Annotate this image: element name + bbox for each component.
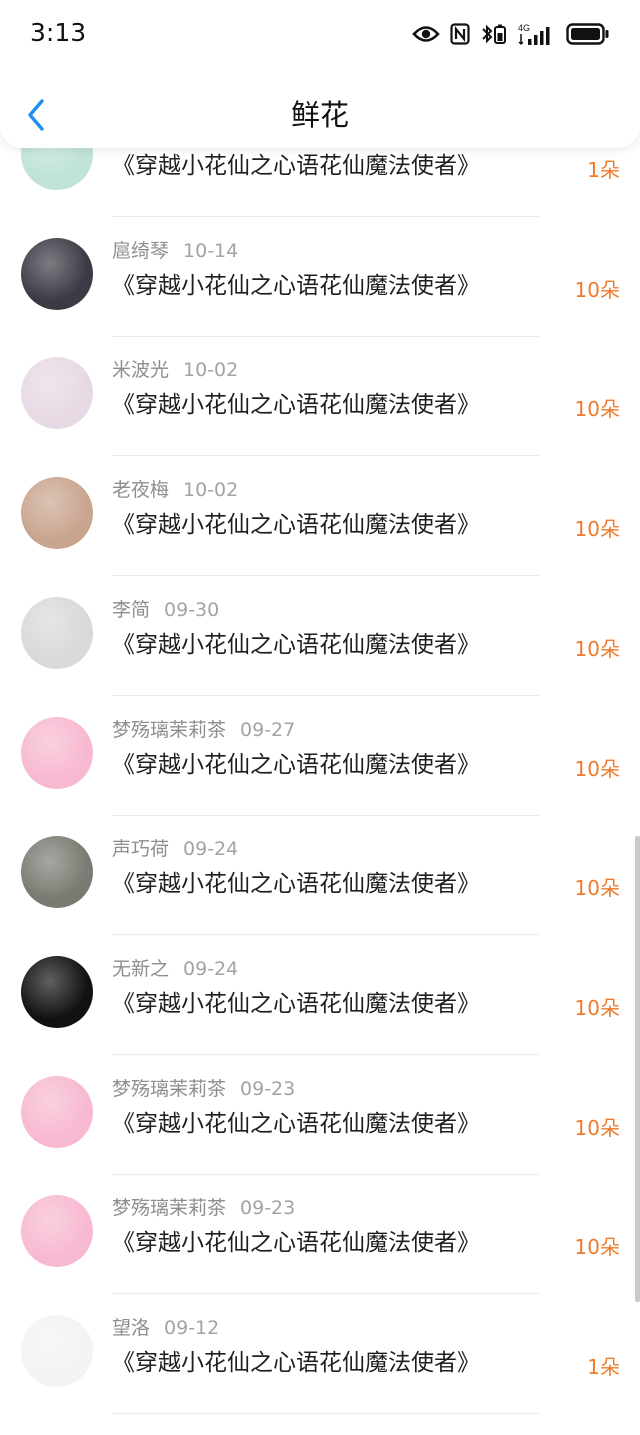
gift-record-row[interactable]: 望洛 09-12 《穿越小花仙之心语花仙魔法使者》 1朵	[0, 1315, 640, 1435]
gift-meta: 梦殇璃茉莉茶 09-27	[112, 715, 295, 742]
status-icons: 4G	[412, 20, 610, 48]
user-avatar[interactable]	[21, 477, 93, 549]
user-name[interactable]: 米波光	[112, 359, 169, 381]
gift-record-row[interactable]: 扈绮琴 10-14 《穿越小花仙之心语花仙魔法使者》 10朵	[0, 238, 640, 358]
user-avatar[interactable]	[21, 956, 93, 1028]
gift-date: 10-14	[183, 240, 239, 262]
user-avatar[interactable]	[21, 1315, 93, 1387]
book-title[interactable]: 《穿越小花仙之心语花仙魔法使者》	[112, 146, 480, 180]
flower-count: 1朵	[587, 158, 620, 182]
gift-record-row[interactable]: 米波光 10-02 《穿越小花仙之心语花仙魔法使者》 10朵	[0, 357, 640, 477]
user-avatar[interactable]	[21, 1195, 93, 1267]
eye-icon	[412, 26, 440, 42]
row-divider	[112, 695, 540, 696]
flower-count: 10朵	[574, 757, 620, 781]
scrollbar[interactable]	[635, 836, 640, 1302]
row-divider	[112, 336, 540, 337]
gift-date: 09-23	[240, 1078, 296, 1100]
flower-count: 1朵	[587, 1355, 620, 1379]
user-avatar[interactable]	[21, 1076, 93, 1148]
book-title[interactable]: 《穿越小花仙之心语花仙魔法使者》	[112, 745, 480, 779]
gift-date: 09-30	[164, 599, 220, 621]
gift-record-row[interactable]: 老夜梅 10-02 《穿越小花仙之心语花仙魔法使者》 10朵	[0, 477, 640, 597]
gift-date: 09-23	[240, 1197, 296, 1219]
user-name[interactable]: 梦殇璃茉莉茶	[112, 719, 226, 741]
row-divider	[112, 455, 540, 456]
gift-date: 10-02	[183, 479, 239, 501]
user-name[interactable]: 无新之	[112, 958, 169, 980]
user-name[interactable]: 望洛	[112, 1317, 150, 1339]
book-title[interactable]: 《穿越小花仙之心语花仙魔法使者》	[112, 385, 480, 419]
flower-count: 10朵	[574, 397, 620, 421]
flower-count: 10朵	[574, 1235, 620, 1259]
nfc-icon	[450, 23, 470, 45]
flower-count: 10朵	[574, 517, 620, 541]
gift-record-row[interactable]: 无新之 09-24 《穿越小花仙之心语花仙魔法使者》 10朵	[0, 956, 640, 1076]
gift-record-row[interactable]: 声巧荷 09-24 《穿越小花仙之心语花仙魔法使者》 10朵	[0, 836, 640, 956]
user-name[interactable]: 扈绮琴	[112, 240, 169, 262]
gift-meta: 扈绮琴 10-14	[112, 236, 238, 263]
user-name[interactable]: 梦殇璃茉莉茶	[112, 1078, 226, 1100]
gift-meta: 声巧荷 09-24	[112, 834, 238, 861]
row-divider	[112, 1174, 540, 1175]
book-title[interactable]: 《穿越小花仙之心语花仙魔法使者》	[112, 266, 480, 300]
svg-text:4G: 4G	[518, 23, 530, 33]
gift-record-row[interactable]: 梦殇璃茉莉茶 09-23 《穿越小花仙之心语花仙魔法使者》 10朵	[0, 1076, 640, 1196]
flower-count: 10朵	[574, 876, 620, 900]
book-title[interactable]: 《穿越小花仙之心语花仙魔法使者》	[112, 1104, 480, 1138]
gift-record-row[interactable]: 李简 09-30 《穿越小花仙之心语花仙魔法使者》 10朵	[0, 597, 640, 717]
row-divider	[112, 815, 540, 816]
status-time: 3:13	[30, 18, 87, 47]
top-bar: 3:13 4G 鲜花	[0, 0, 640, 148]
flower-count: 10朵	[574, 637, 620, 661]
row-divider	[112, 1054, 540, 1055]
gift-date: 09-12	[164, 1317, 220, 1339]
user-name[interactable]: 声巧荷	[112, 838, 169, 860]
gift-meta: 李简 09-30	[112, 595, 219, 622]
bluetooth-battery-icon	[482, 24, 506, 44]
row-divider	[112, 934, 540, 935]
gift-date: 09-27	[240, 719, 296, 741]
gift-meta: 梦殇璃茉莉茶 09-23	[112, 1074, 295, 1101]
book-title[interactable]: 《穿越小花仙之心语花仙魔法使者》	[112, 625, 480, 659]
book-title[interactable]: 《穿越小花仙之心语花仙魔法使者》	[112, 864, 480, 898]
user-name[interactable]: 梦殇璃茉莉茶	[112, 1197, 226, 1219]
flower-count: 10朵	[574, 278, 620, 302]
row-divider	[112, 575, 540, 576]
flower-count: 10朵	[574, 1116, 620, 1140]
user-avatar[interactable]	[21, 836, 93, 908]
signal-icon: 4G	[518, 23, 550, 46]
book-title[interactable]: 《穿越小花仙之心语花仙魔法使者》	[112, 1343, 480, 1377]
page-title: 鲜花	[290, 98, 349, 132]
flower-count: 10朵	[574, 996, 620, 1020]
gift-record-row[interactable]: 梦殇璃茉莉茶 09-23 《穿越小花仙之心语花仙魔法使者》 10朵	[0, 1195, 640, 1315]
user-avatar[interactable]	[21, 717, 93, 789]
gift-meta: 梦殇璃茉莉茶 09-23	[112, 1193, 295, 1220]
gift-meta: 无新之 09-24	[112, 954, 238, 981]
book-title[interactable]: 《穿越小花仙之心语花仙魔法使者》	[112, 1223, 480, 1257]
gift-record-row[interactable]: 梦殇璃茉莉茶 09-27 《穿越小花仙之心语花仙魔法使者》 10朵	[0, 717, 640, 837]
user-name[interactable]: 李简	[112, 599, 150, 621]
user-avatar[interactable]	[21, 238, 93, 310]
book-title[interactable]: 《穿越小花仙之心语花仙魔法使者》	[112, 505, 480, 539]
row-divider	[112, 1293, 540, 1294]
gift-meta: 望洛 09-12	[112, 1313, 219, 1340]
user-name[interactable]: 老夜梅	[112, 479, 169, 501]
gift-date: 09-24	[183, 958, 239, 980]
row-divider	[112, 216, 540, 217]
row-divider	[112, 1413, 540, 1414]
gift-date: 09-24	[183, 838, 239, 860]
navigation-bar: 鲜花	[0, 78, 640, 148]
battery-icon	[566, 23, 609, 45]
gift-meta: 老夜梅 10-02	[112, 475, 238, 502]
status-bar: 3:13 4G	[0, 0, 640, 70]
user-avatar[interactable]	[21, 357, 93, 429]
gift-date: 10-02	[183, 359, 239, 381]
book-title[interactable]: 《穿越小花仙之心语花仙魔法使者》	[112, 984, 480, 1018]
gift-meta: 米波光 10-02	[112, 355, 238, 382]
user-avatar[interactable]	[21, 597, 93, 669]
